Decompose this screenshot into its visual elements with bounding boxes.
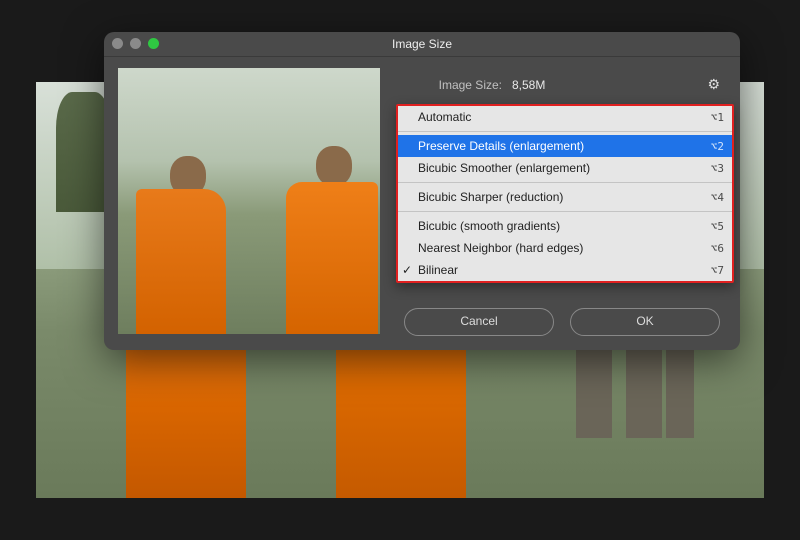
dropdown-item-label: Automatic	[418, 110, 471, 124]
dropdown-item-shortcut: ⌥4	[711, 191, 724, 204]
dropdown-item-shortcut: ⌥7	[711, 264, 724, 277]
dropdown-item-bilinear[interactable]: ✓ Bilinear ⌥7	[398, 259, 732, 281]
minimize-icon[interactable]	[130, 38, 141, 49]
maximize-icon[interactable]	[148, 38, 159, 49]
dialog-titlebar[interactable]: Image Size	[104, 32, 740, 57]
ok-button[interactable]: OK	[570, 308, 720, 336]
dropdown-item-label: Bicubic Smoother (enlargement)	[418, 161, 590, 175]
image-size-label: Image Size:	[392, 78, 512, 92]
dropdown-item-label: Nearest Neighbor (hard edges)	[418, 241, 583, 255]
dropdown-separator	[398, 182, 732, 183]
dropdown-item-label: Bicubic Sharper (reduction)	[418, 190, 563, 204]
dropdown-item-shortcut: ⌥2	[711, 140, 724, 153]
image-size-value: 8,58M	[512, 78, 545, 92]
dropdown-item-label: Preserve Details (enlargement)	[418, 139, 584, 153]
dropdown-separator	[398, 211, 732, 212]
dropdown-item-label: Bicubic (smooth gradients)	[418, 219, 560, 233]
dropdown-item-bicubic[interactable]: Bicubic (smooth gradients) ⌥5	[398, 215, 732, 237]
dialog-title: Image Size	[392, 37, 452, 51]
dropdown-item-label: Bilinear	[418, 263, 458, 277]
dropdown-item-bicubic-smoother[interactable]: Bicubic Smoother (enlargement) ⌥3	[398, 157, 732, 179]
cancel-button[interactable]: Cancel	[404, 308, 554, 336]
dropdown-item-shortcut: ⌥1	[711, 111, 724, 124]
tree	[56, 92, 111, 212]
dropdown-item-nearest-neighbor[interactable]: Nearest Neighbor (hard edges) ⌥6	[398, 237, 732, 259]
close-icon[interactable]	[112, 38, 123, 49]
dropdown-item-bicubic-sharper[interactable]: Bicubic Sharper (reduction) ⌥4	[398, 186, 732, 208]
resample-dropdown[interactable]: Automatic ⌥1 Preserve Details (enlargeme…	[396, 104, 734, 283]
dropdown-separator	[398, 131, 732, 132]
window-controls	[112, 38, 159, 49]
dropdown-item-shortcut: ⌥6	[711, 242, 724, 255]
dropdown-item-preserve-details[interactable]: Preserve Details (enlargement) ⌥2	[398, 135, 732, 157]
checkmark-icon: ✓	[402, 263, 412, 277]
dropdown-item-automatic[interactable]: Automatic ⌥1	[398, 106, 732, 128]
dropdown-item-shortcut: ⌥5	[711, 220, 724, 233]
dropdown-item-shortcut: ⌥3	[711, 162, 724, 175]
image-preview	[118, 68, 380, 334]
